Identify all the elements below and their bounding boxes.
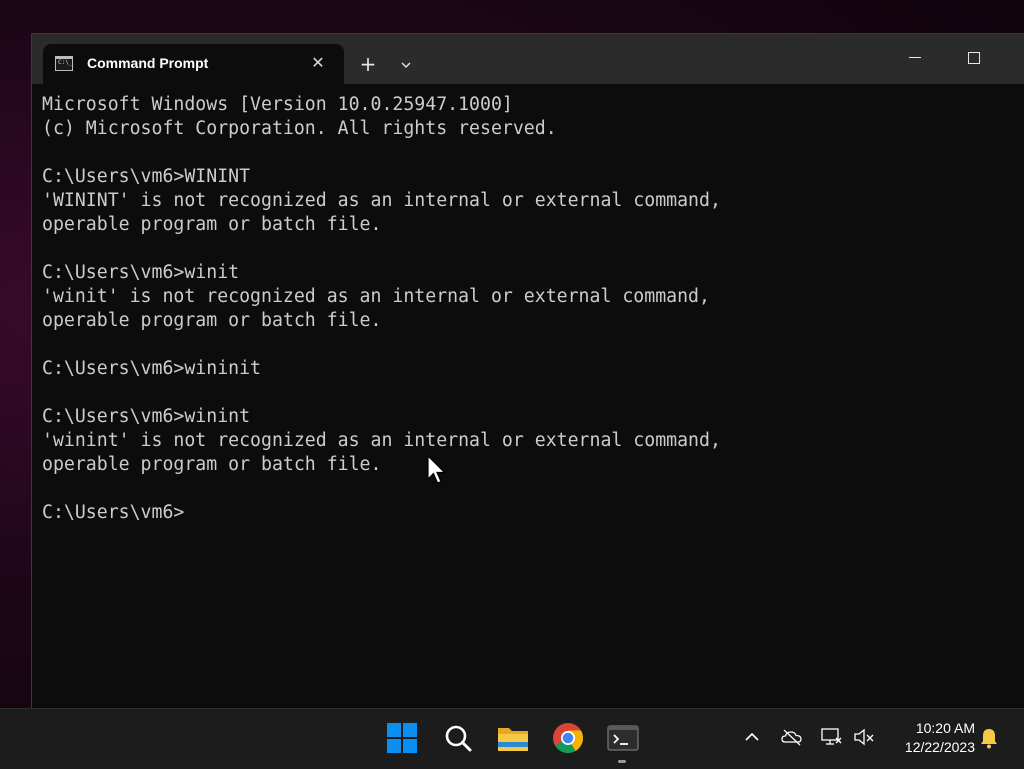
minimize-button[interactable] xyxy=(887,34,945,82)
running-indicator xyxy=(618,760,626,763)
close-tab-icon[interactable]: ✕ xyxy=(308,53,328,73)
windows-start-icon[interactable] xyxy=(385,721,419,755)
console-line: C:\Users\vm6>winit xyxy=(42,262,240,283)
chevron-up-icon[interactable] xyxy=(740,725,764,749)
chevron-down-icon xyxy=(401,62,411,68)
console-line: C:\Users\vm6>WININT xyxy=(42,166,251,187)
console-output[interactable]: Microsoft Windows [Version 10.0.25947.10… xyxy=(42,93,1012,693)
new-tab-button[interactable]: + xyxy=(354,52,382,80)
clock-time: 10:20 AM xyxy=(915,720,975,736)
clock-date: 12/22/2023 xyxy=(904,739,975,755)
maximize-icon xyxy=(968,52,980,64)
console-line: C:\Users\vm6>wininit xyxy=(42,358,261,379)
console-line: Microsoft Windows [Version 10.0.25947.10… xyxy=(42,94,513,115)
console-line: 'WININT' is not recognized as an interna… xyxy=(42,190,721,211)
onedrive-icon[interactable] xyxy=(780,725,804,749)
tab-title: Command Prompt xyxy=(87,55,209,71)
console-line: operable program or batch file. xyxy=(42,214,382,235)
console-line: C:\Users\vm6> xyxy=(42,502,185,523)
taskbar: 10:20 AM 12/22/2023 xyxy=(0,708,1024,769)
console-line: (c) Microsoft Corporation. All rights re… xyxy=(42,118,557,139)
title-bar[interactable]: C:\_ Command Prompt ✕ + xyxy=(32,34,1024,84)
volume-muted-icon[interactable] xyxy=(852,725,876,749)
console-line: operable program or batch file. xyxy=(42,454,382,475)
clock[interactable]: 10:20 AM 12/22/2023 xyxy=(885,719,975,757)
terminal-icon[interactable] xyxy=(606,721,640,755)
file-explorer-icon[interactable] xyxy=(496,721,530,755)
tab-dropdown-button[interactable] xyxy=(394,52,418,80)
minimize-icon xyxy=(909,57,921,58)
chrome-icon[interactable] xyxy=(551,721,585,755)
network-icon[interactable] xyxy=(819,725,843,749)
console-line: operable program or batch file. xyxy=(42,310,382,331)
search-icon[interactable] xyxy=(441,721,475,755)
mouse-pointer-icon xyxy=(427,455,446,484)
console-line: C:\Users\vm6>winint xyxy=(42,406,251,427)
tab-command-prompt[interactable]: C:\_ Command Prompt ✕ xyxy=(43,44,344,84)
console-line: 'winint' is not recognized as an interna… xyxy=(42,430,721,451)
maximize-button[interactable] xyxy=(945,34,1003,82)
notification-bell-icon[interactable] xyxy=(977,726,1001,750)
command-prompt-icon: C:\_ xyxy=(55,56,73,71)
console-line: 'winit' is not recognized as an internal… xyxy=(42,286,710,307)
